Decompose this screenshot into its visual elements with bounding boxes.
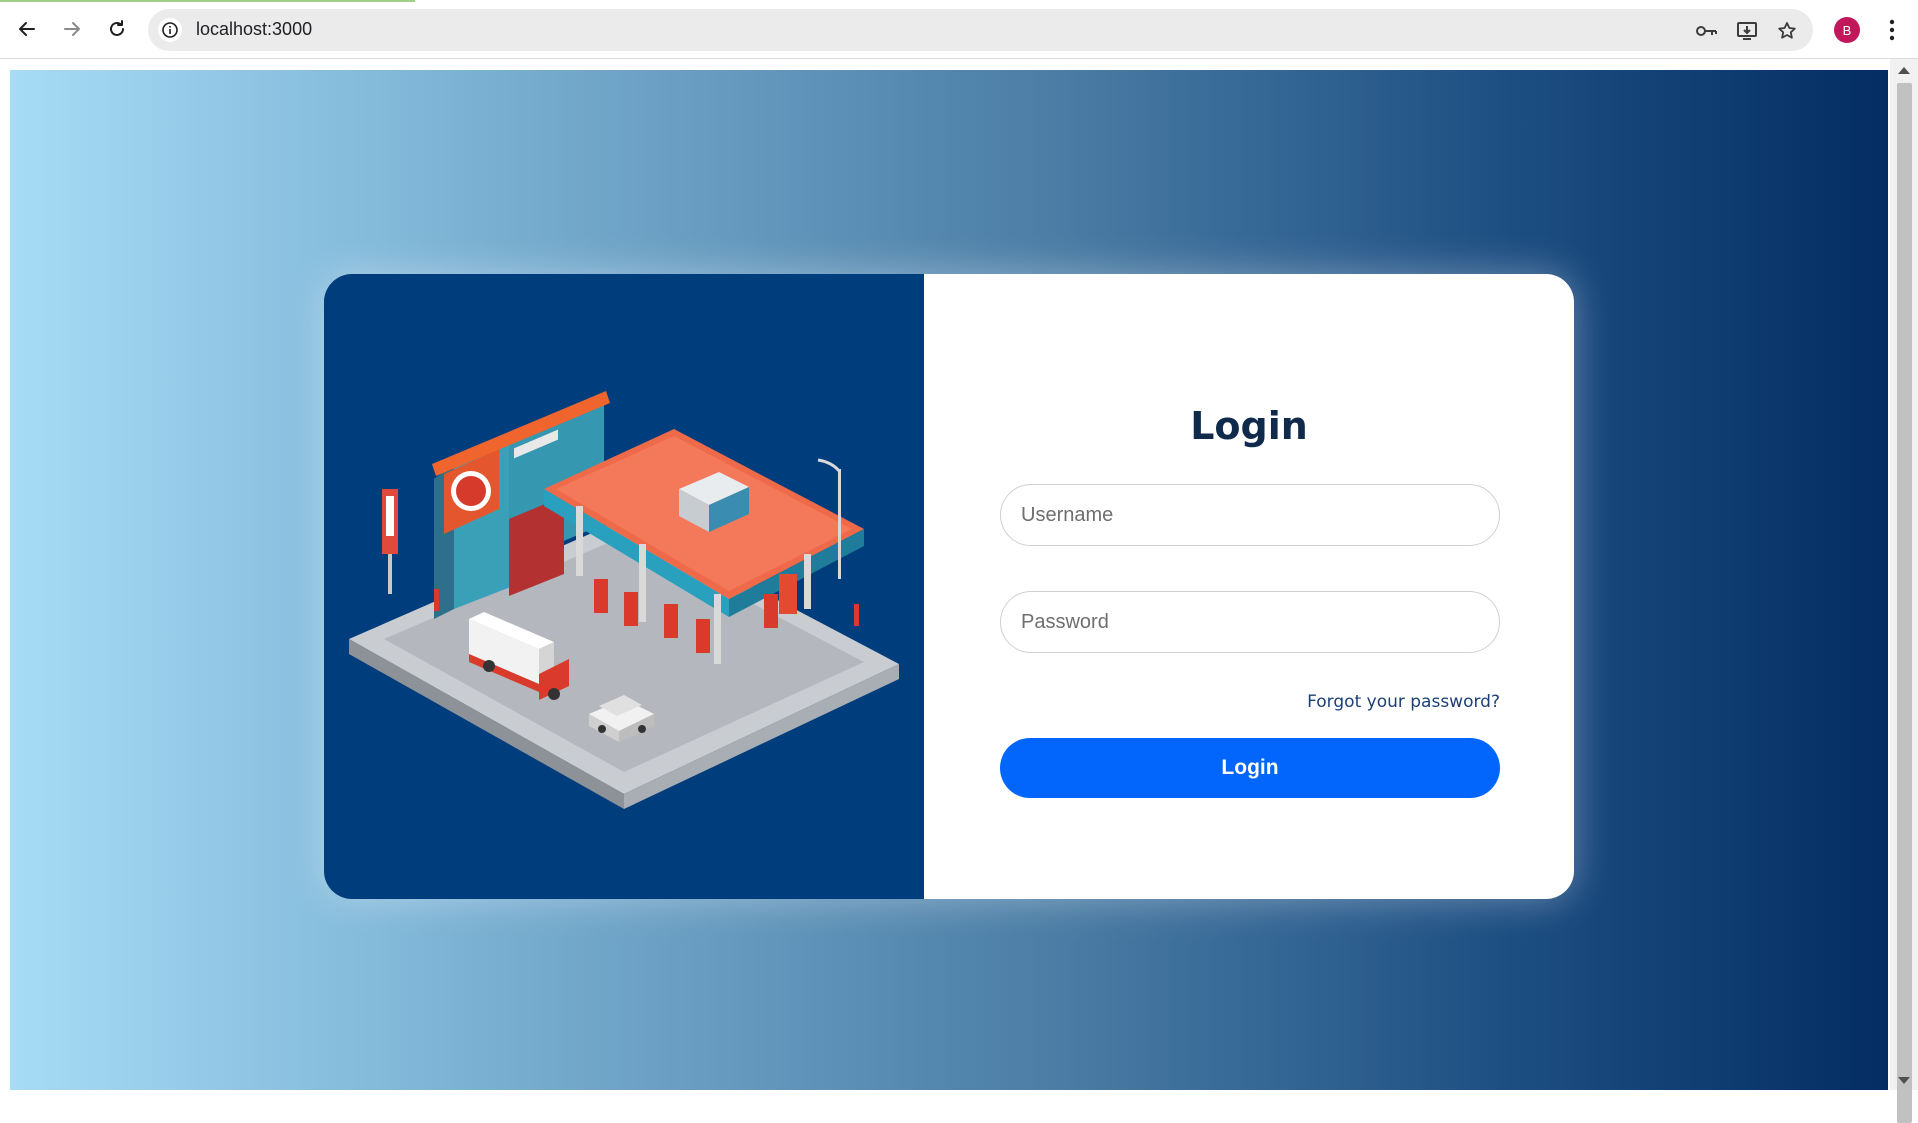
login-card: Login Forgot your password? Login: [324, 274, 1574, 899]
vertical-scrollbar[interactable]: [1890, 59, 1918, 1123]
browser-menu-icon[interactable]: [1880, 14, 1904, 46]
profile-avatar[interactable]: B: [1834, 17, 1860, 43]
gas-station-illustration: [349, 391, 899, 809]
loading-indicator: [0, 0, 415, 2]
login-form-panel: Login Forgot your password? Login: [924, 274, 1574, 899]
info-icon: [162, 22, 178, 38]
password-input[interactable]: [1000, 591, 1500, 653]
page-background: Login Forgot your password? Login: [10, 70, 1888, 1090]
login-title: Login: [1190, 404, 1308, 448]
password-key-icon[interactable]: [1694, 18, 1720, 44]
back-button[interactable]: [9, 11, 45, 47]
url-text: localhost:3000: [196, 19, 313, 39]
address-bar[interactable]: localhost:3000: [148, 9, 1813, 51]
illustration-panel: [324, 274, 924, 899]
reload-icon: [110, 20, 124, 36]
forgot-password-link[interactable]: Forgot your password?: [1307, 692, 1500, 712]
arrow-right-icon: [64, 22, 80, 36]
bookmark-star-icon[interactable]: [1774, 18, 1800, 44]
arrow-left-icon: [19, 22, 35, 36]
install-app-icon[interactable]: [1734, 18, 1760, 44]
scrollbar-thumb[interactable]: [1897, 83, 1912, 1123]
browser-toolbar: localhost:3000 B: [0, 0, 1918, 59]
forward-button[interactable]: [54, 11, 90, 47]
scroll-up-icon[interactable]: [1898, 67, 1910, 74]
reload-button[interactable]: [99, 11, 135, 47]
username-input[interactable]: [1000, 484, 1500, 546]
scroll-down-icon[interactable]: [1898, 1077, 1910, 1084]
login-button[interactable]: Login: [1000, 738, 1500, 798]
site-info-icon[interactable]: [158, 18, 182, 42]
